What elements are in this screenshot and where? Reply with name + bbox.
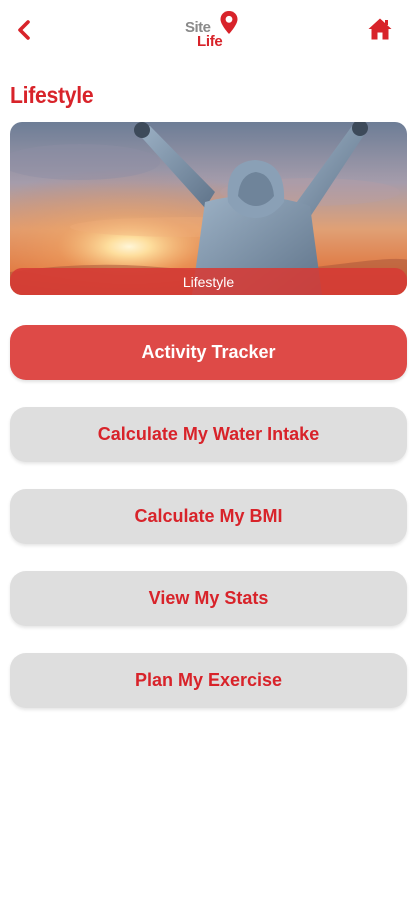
back-button[interactable]: [10, 14, 38, 46]
app-screen: Site Life Lifestyle Lifestyle Activity T…: [0, 0, 415, 900]
page-title: Lifestyle: [10, 82, 94, 108]
bmi-button[interactable]: Calculate My BMI: [10, 489, 407, 544]
banner-caption: Lifestyle: [10, 268, 407, 295]
view-stats-button[interactable]: View My Stats: [10, 571, 407, 626]
chevron-left-icon: [18, 20, 30, 40]
plan-exercise-button[interactable]: Plan My Exercise: [10, 653, 407, 708]
lifestyle-banner[interactable]: Lifestyle: [10, 122, 407, 295]
top-bar: Site Life: [0, 0, 415, 62]
map-pin-icon: [220, 11, 238, 34]
activity-tracker-button[interactable]: Activity Tracker: [10, 325, 407, 380]
water-intake-button[interactable]: Calculate My Water Intake: [10, 407, 407, 462]
site-life-logo: Site Life: [181, 6, 241, 52]
home-icon: [368, 18, 392, 40]
home-button[interactable]: [365, 14, 395, 44]
